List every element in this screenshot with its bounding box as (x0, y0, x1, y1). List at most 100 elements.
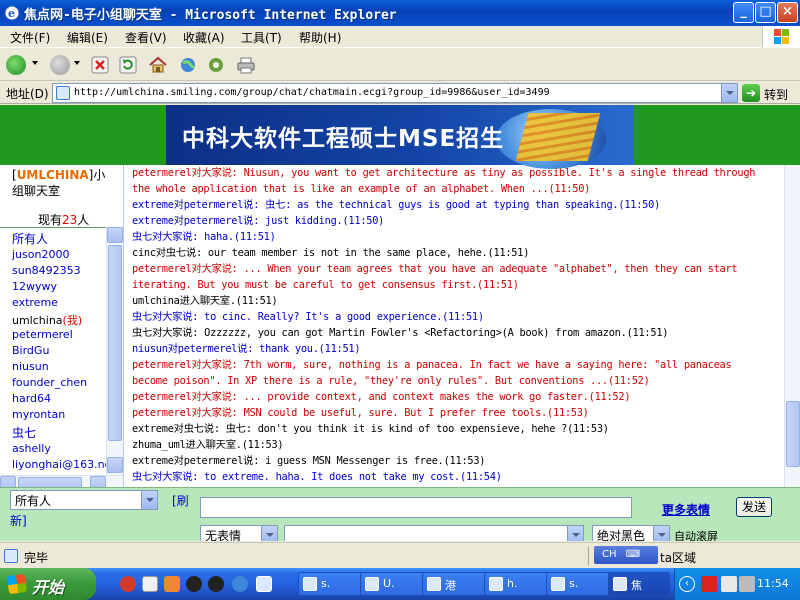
user-list-vscrollbar[interactable] (106, 227, 123, 475)
task-label[interactable]: h. (507, 577, 517, 590)
color-value[interactable]: 绝对黑色 (597, 529, 645, 541)
menu-view[interactable]: 查看(V) (125, 29, 167, 46)
quicklaunch-qq-icon[interactable] (186, 576, 202, 592)
stairs-graphic (515, 113, 601, 161)
status-text: 完毕 (24, 551, 49, 565)
menu-bar: 文件(F) 编辑(E) 查看(V) 收藏(A) 工具(T) 帮助(H) (0, 26, 800, 48)
ad-banner[interactable]: 中科大软件工程硕士MSE招生 (166, 105, 634, 169)
list-item[interactable]: juson2000 (12, 248, 69, 261)
scroll-down-icon[interactable] (107, 457, 123, 473)
list-item[interactable]: extreme (12, 296, 58, 309)
menu-edit[interactable]: 编辑(E) (67, 29, 108, 46)
quicklaunch-ie-icon[interactable] (232, 576, 248, 592)
list-item[interactable]: myrontan (12, 408, 65, 421)
list-item[interactable]: founder_chen (12, 376, 87, 389)
volume-icon[interactable] (739, 576, 755, 592)
target-user-select[interactable]: 所有人 (10, 490, 158, 510)
menu-tools[interactable]: 工具(T) (241, 29, 282, 46)
go-arrow-icon[interactable]: ➔ (742, 84, 760, 102)
message-input[interactable] (200, 497, 632, 518)
menu-favorites[interactable]: 收藏(A) (183, 29, 225, 46)
list-item[interactable]: BirdGu (12, 344, 49, 357)
status-bar: 完毕 CH ⌨ ta区域 (0, 542, 800, 568)
maximize-button[interactable]: □ (755, 2, 776, 23)
color-select[interactable]: 绝对黑色 (592, 525, 670, 541)
forward-icon[interactable] (50, 55, 70, 75)
emote-select[interactable]: 无表情 (200, 525, 278, 541)
chat-scroll-thumb[interactable] (786, 401, 800, 467)
go-button[interactable]: ➔ 转到 (742, 83, 796, 103)
menu-file[interactable]: 文件(F) (10, 29, 50, 46)
task-app-icon (427, 577, 441, 591)
task-label[interactable]: U. (383, 577, 395, 590)
network-icon[interactable] (721, 576, 737, 592)
address-url[interactable]: http://umlchina.smiling.com/group/chat/c… (74, 87, 550, 98)
list-item[interactable]: liyonghai@163.net (12, 458, 116, 471)
chat-line: 虫七对大家说: to cinc. Really? It's a good exp… (132, 311, 484, 323)
action-select[interactable] (284, 525, 584, 541)
chat-line: zhuma_uml进入聊天室.(11:53) (132, 439, 284, 451)
chat-line: petermerel对大家说: Niusun, you want to get … (132, 167, 756, 179)
list-item[interactable]: 12wywy (12, 280, 57, 293)
chat-line: petermerel对大家说: 7th worm, sure, nothing … (132, 359, 732, 371)
list-item[interactable]: ashelly (12, 442, 51, 455)
refresh-icon[interactable] (118, 55, 138, 75)
tray-expand-icon[interactable]: ‹ (679, 576, 695, 592)
list-item[interactable]: 虫七 (12, 424, 36, 441)
start-label[interactable]: 开始 (32, 574, 64, 598)
menu-help[interactable]: 帮助(H) (299, 29, 341, 46)
forward-dropdown-icon[interactable] (74, 61, 80, 65)
quicklaunch-desktop-icon[interactable] (256, 576, 272, 592)
send-button[interactable]: 发送 (736, 497, 772, 517)
taskbar-task-active[interactable]: 焦 (608, 572, 670, 596)
scroll-up-icon[interactable] (107, 227, 123, 243)
ime-language-bar[interactable]: CH ⌨ (594, 546, 658, 564)
chevron-down-icon[interactable] (141, 491, 157, 509)
address-field[interactable]: http://umlchina.smiling.com/group/chat/c… (52, 83, 738, 103)
back-dropdown-icon[interactable] (32, 61, 38, 65)
more-emotes-link[interactable]: 更多表情 (662, 501, 710, 518)
refresh-link-part2[interactable]: 新] (10, 512, 27, 529)
list-item[interactable]: petermerel (12, 328, 73, 341)
list-item[interactable]: sun8492353 (12, 264, 81, 277)
go-label[interactable]: 转到 (764, 86, 788, 103)
task-label[interactable]: s. (321, 577, 330, 590)
search-globe-icon[interactable] (178, 55, 198, 75)
close-button[interactable]: × (777, 2, 798, 23)
user-all[interactable]: 所有人 (12, 230, 48, 247)
start-button[interactable]: 开始 (0, 568, 96, 600)
quicklaunch-document-icon[interactable] (142, 576, 158, 592)
security-shield-icon[interactable] (701, 576, 717, 592)
banner-text: 中科大软件工程硕士MSE招生 (182, 126, 505, 152)
list-item-me[interactable]: umlchina(我) (12, 312, 82, 328)
chat-vscrollbar[interactable] (784, 165, 800, 487)
keyboard-icon[interactable]: ⌨ (626, 549, 640, 560)
my-username[interactable]: umlchina (12, 314, 63, 327)
chevron-down-icon[interactable] (261, 526, 277, 541)
home-icon[interactable] (148, 55, 168, 75)
minimize-button[interactable]: _ (733, 2, 754, 23)
back-icon[interactable] (6, 55, 26, 75)
chevron-down-icon[interactable] (567, 526, 583, 541)
chat-input-area: 所有人 [刷 新] 更多表情 发送 无表情 绝对黑色 自动滚屏 (0, 487, 800, 541)
quicklaunch-media-icon[interactable] (164, 576, 180, 592)
ime-label[interactable]: CH (602, 549, 617, 560)
print-icon[interactable] (236, 55, 256, 75)
stop-icon[interactable] (90, 55, 110, 75)
task-label[interactable]: s. (569, 577, 578, 590)
refresh-link-part1[interactable]: [刷 (172, 492, 189, 509)
address-dropdown-icon[interactable] (721, 84, 737, 102)
list-item[interactable]: hard64 (12, 392, 51, 405)
task-label[interactable]: 焦 (631, 577, 642, 593)
list-item[interactable]: niusun (12, 360, 49, 373)
autoscroll-label[interactable]: 自动滚屏 (674, 528, 718, 541)
scroll-thumb[interactable] (108, 245, 122, 441)
quicklaunch-qq2-icon[interactable] (208, 576, 224, 592)
task-label[interactable]: 港 (445, 577, 456, 593)
media-icon[interactable] (206, 55, 226, 75)
emote-value[interactable]: 无表情 (205, 529, 241, 541)
ie-app-icon[interactable]: e (4, 5, 20, 21)
quicklaunch-app-icon[interactable] (120, 576, 136, 592)
target-user-value[interactable]: 所有人 (15, 494, 51, 508)
chevron-down-icon[interactable] (653, 526, 669, 541)
